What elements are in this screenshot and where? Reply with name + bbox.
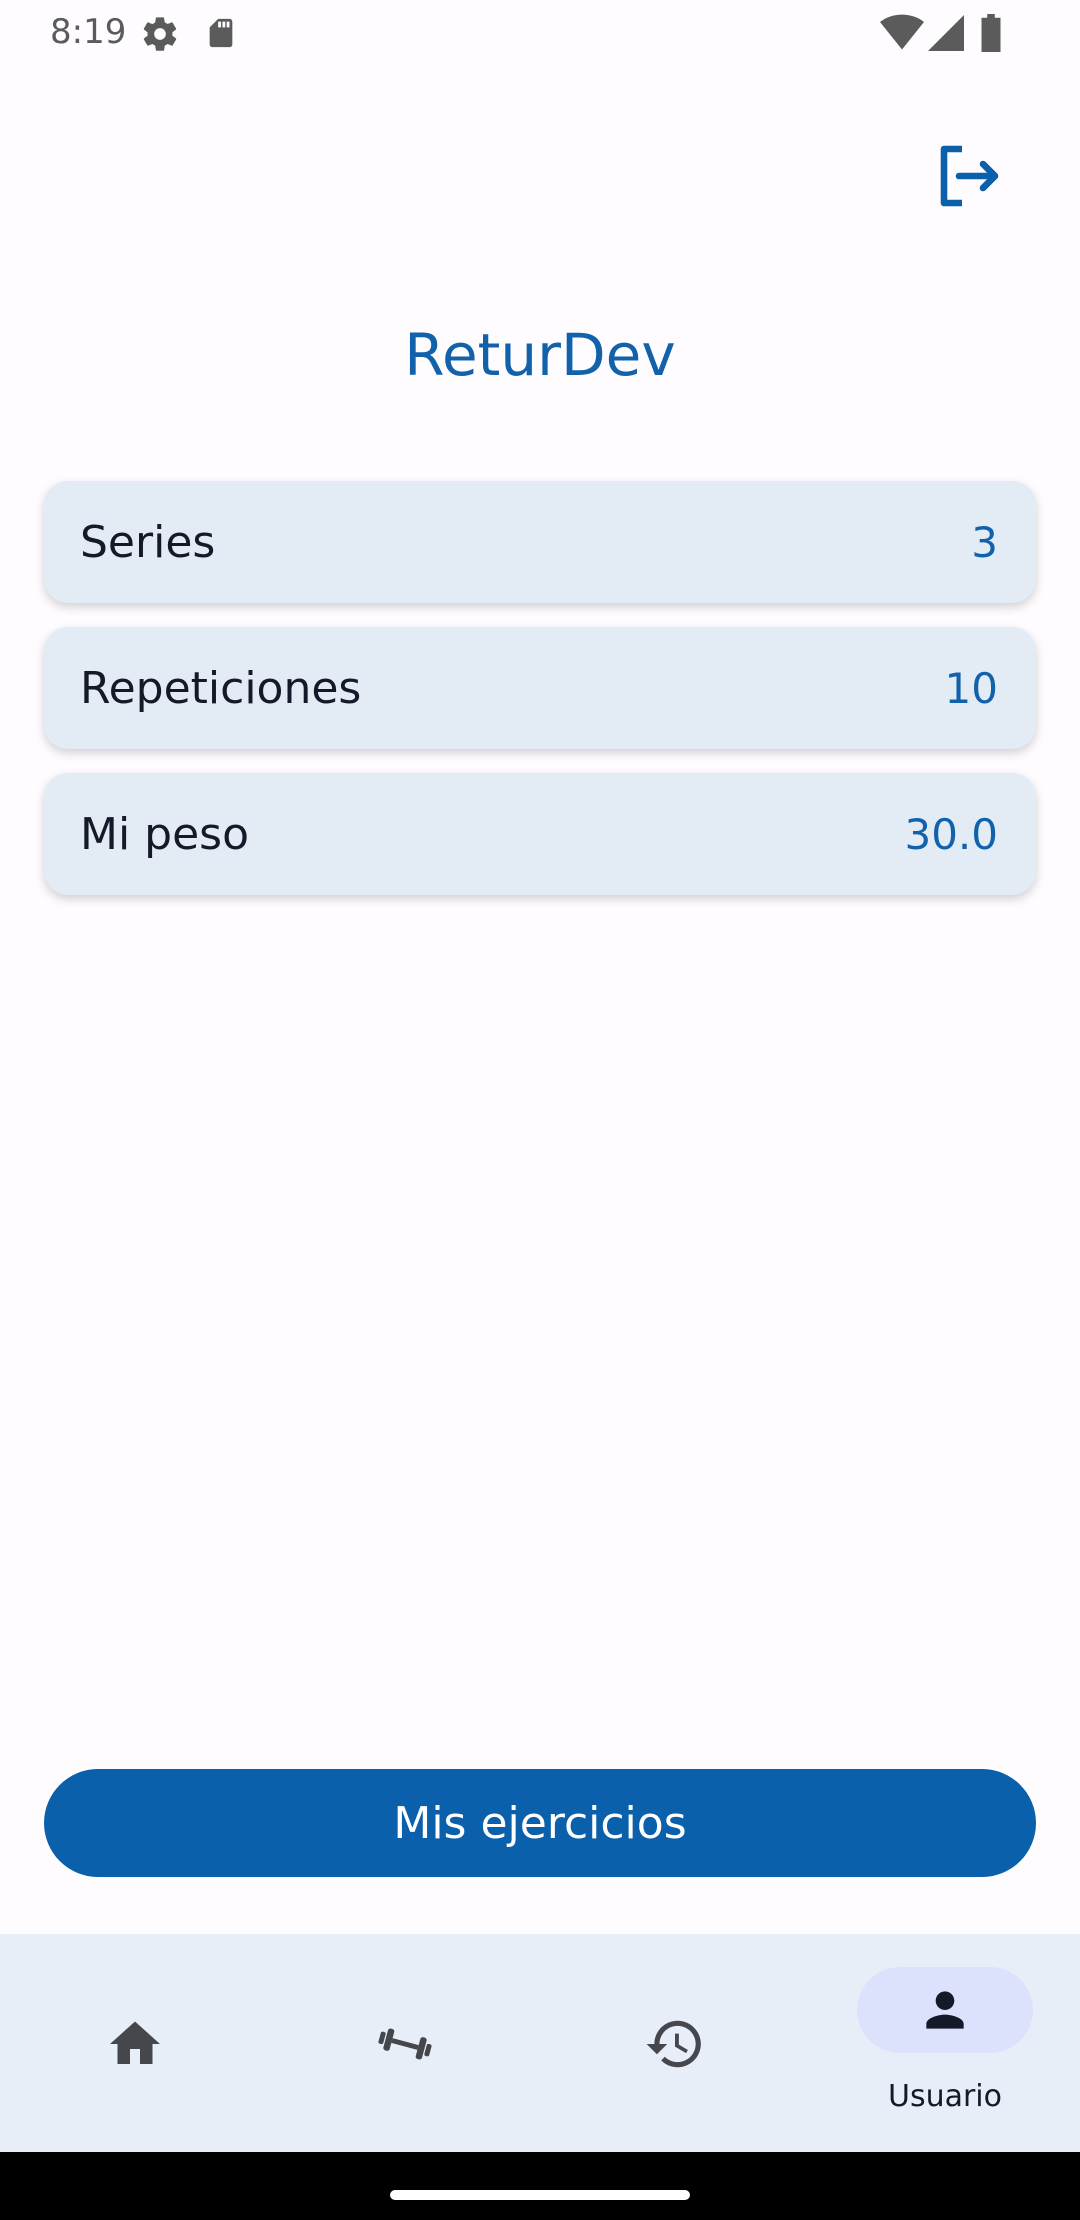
series-label: Series xyxy=(80,516,216,568)
app-title: ReturDev xyxy=(404,321,676,389)
weight-value: 30.0 xyxy=(904,809,998,859)
nav-item-home[interactable] xyxy=(0,1934,270,2152)
weight-label: Mi peso xyxy=(80,808,250,860)
series-card[interactable]: Series 3 xyxy=(44,481,1036,603)
system-gesture-bar xyxy=(0,2152,1080,2220)
nav-active-indicator xyxy=(857,1967,1033,2053)
series-value: 3 xyxy=(971,517,998,567)
wifi-icon xyxy=(880,14,924,56)
repetitions-label: Repeticiones xyxy=(80,662,362,714)
home-icon xyxy=(105,2014,165,2074)
history-icon xyxy=(644,2013,706,2075)
settings-icon xyxy=(140,14,180,58)
logout-button[interactable] xyxy=(918,128,1018,228)
nav-item-history[interactable] xyxy=(540,1934,810,2152)
weight-card[interactable]: Mi peso 30.0 xyxy=(44,773,1036,895)
nav-item-exercises[interactable] xyxy=(270,1934,540,2152)
status-time: 8:19 xyxy=(50,12,127,52)
nav-label-user: Usuario xyxy=(887,2079,1002,2114)
sd-card-icon xyxy=(204,14,238,56)
repetitions-card[interactable]: Repeticiones 10 xyxy=(44,627,1036,749)
person-icon xyxy=(917,1982,973,2038)
signal-icon xyxy=(928,14,964,56)
user-screen: 8:19 ReturDev Series 3 Repeticiones 10 M… xyxy=(0,0,1080,2220)
repetitions-value: 10 xyxy=(944,663,998,713)
dumbbell-icon xyxy=(375,2014,435,2074)
status-bar: 8:19 xyxy=(0,0,1080,66)
home-gesture-handle[interactable] xyxy=(390,2190,690,2200)
my-exercises-button[interactable]: Mis ejercicios xyxy=(44,1769,1036,1877)
logout-icon xyxy=(932,140,1004,216)
battery-icon xyxy=(978,14,1004,56)
